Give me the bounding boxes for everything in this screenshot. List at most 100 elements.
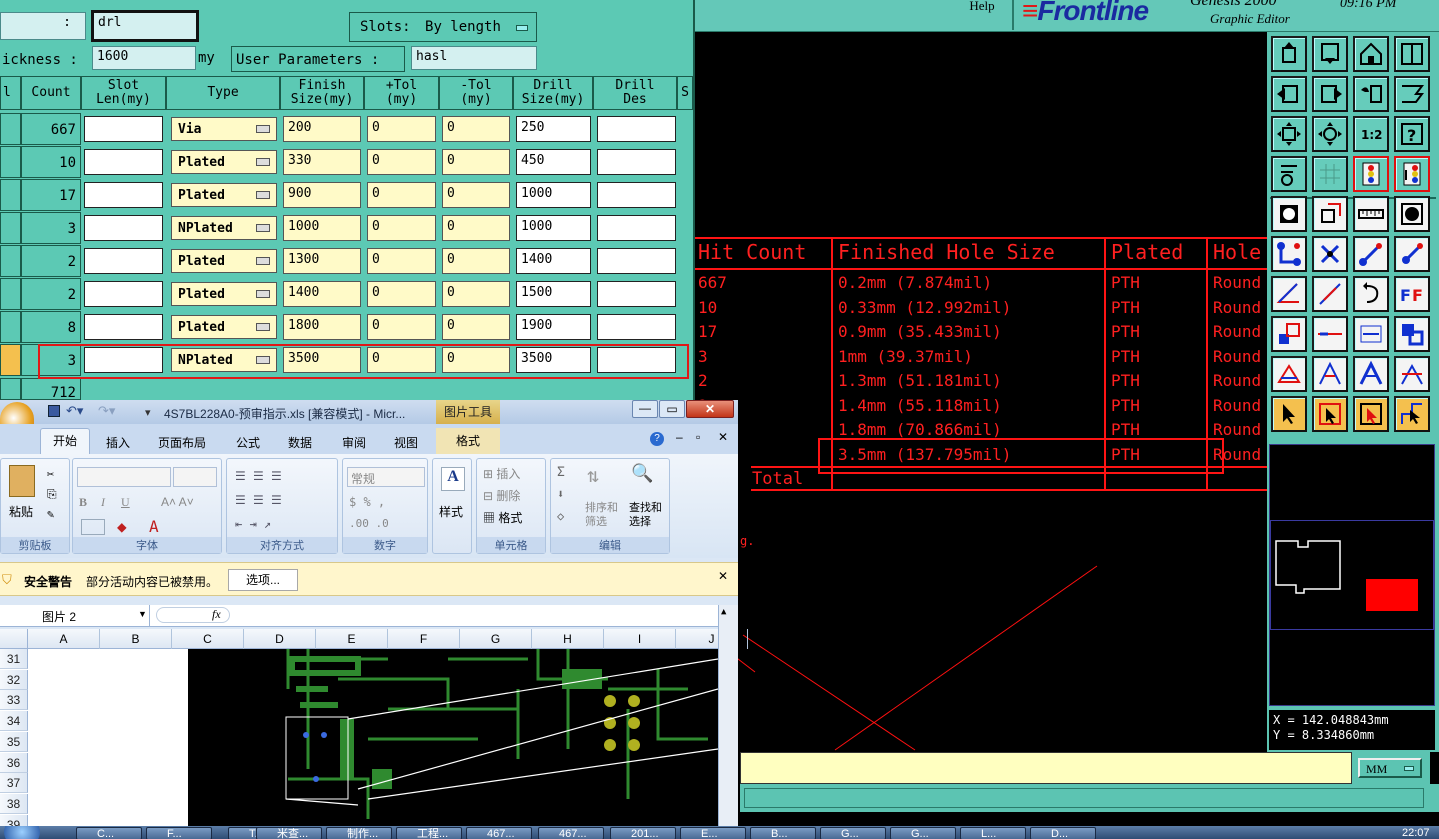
close-button[interactable]: ✕	[686, 400, 734, 418]
column-header[interactable]: C	[172, 629, 244, 649]
pad-add-icon[interactable]	[1271, 316, 1307, 352]
italic-icon[interactable]: I	[101, 495, 105, 510]
drill-size-field[interactable]: 1000	[516, 182, 591, 208]
type-dropdown-icon[interactable]	[256, 125, 270, 133]
type-dropdown-icon[interactable]	[256, 158, 270, 166]
taskbar-item[interactable]: 米查...	[256, 827, 322, 839]
move-node-icon[interactable]	[1353, 236, 1389, 272]
slot-len-field[interactable]	[84, 215, 163, 241]
indent-icon[interactable]: ⇤ ⇥ ↗	[235, 517, 271, 531]
select-net-icon[interactable]	[1394, 396, 1430, 432]
drill-size-field[interactable]: 1900	[516, 314, 591, 340]
angle-icon[interactable]	[1271, 276, 1307, 312]
dimension-icon[interactable]	[1353, 316, 1389, 352]
plus-tol-field[interactable]: 0	[367, 149, 436, 175]
copy-shape-icon[interactable]	[1312, 196, 1348, 232]
minus-tol-field[interactable]: 0	[442, 182, 510, 208]
drill-size-field[interactable]: 1500	[516, 281, 591, 307]
column-header[interactable]: D	[244, 629, 316, 649]
cut-icon[interactable]: ✂	[47, 467, 54, 481]
redo-icon[interactable]: ↷▾	[98, 403, 115, 419]
finish-size-field[interactable]: 1400	[283, 281, 361, 307]
close-warning-icon[interactable]: ✕	[718, 569, 728, 583]
minus-tol-field[interactable]: 0	[442, 215, 510, 241]
fill-color-icon[interactable]: ◆	[117, 517, 127, 536]
group-icon[interactable]	[1394, 316, 1430, 352]
styles-icon[interactable]: A	[441, 467, 465, 491]
tool-button[interactable]	[0, 113, 21, 145]
fx-button[interactable]: fx	[212, 607, 221, 622]
slots-option[interactable]: Slots: By length	[349, 12, 537, 42]
tab-data[interactable]: 数据	[288, 434, 312, 451]
type-select[interactable]: Via	[171, 117, 277, 141]
column-header[interactable]: B	[100, 629, 172, 649]
taskbar-item[interactable]: B...	[750, 827, 816, 839]
scroll-up-icon[interactable]: ▲	[721, 607, 726, 617]
layers-icon[interactable]	[1394, 76, 1430, 112]
type-select[interactable]: Plated	[171, 315, 277, 339]
plus-tol-field[interactable]: 0	[367, 215, 436, 241]
type-dropdown-icon[interactable]	[256, 290, 270, 298]
drill-size-field[interactable]: 250	[516, 116, 591, 142]
slot-len-field[interactable]	[84, 182, 163, 208]
restore-button[interactable]: ▭	[659, 400, 685, 418]
underline-icon[interactable]: U	[121, 495, 130, 510]
tab-formulas[interactable]: 公式	[236, 434, 260, 451]
tab-insert[interactable]: 插入	[106, 434, 130, 451]
arch-icon[interactable]	[1394, 356, 1430, 392]
grid-icon[interactable]	[1312, 156, 1348, 192]
save-icon[interactable]	[1312, 36, 1348, 72]
slot-len-field[interactable]	[84, 314, 163, 340]
via-icon[interactable]	[1394, 196, 1430, 232]
line-icon[interactable]	[1312, 276, 1348, 312]
tool-button[interactable]	[0, 278, 21, 310]
horizontal-line-icon[interactable]	[1312, 316, 1348, 352]
align-top-icon[interactable]: ☰ ☰ ☰	[235, 469, 282, 483]
plus-tol-field[interactable]: 0	[367, 248, 436, 274]
column-header[interactable]: E	[316, 629, 388, 649]
undo-icon[interactable]	[1353, 76, 1389, 112]
bold-icon[interactable]: B	[79, 495, 87, 510]
taskbar-item[interactable]: L...	[960, 827, 1026, 839]
row-header[interactable]: 36	[0, 752, 28, 773]
drill-des-field[interactable]	[597, 248, 676, 274]
delete-cells-button[interactable]: ⊟ 删除	[483, 487, 520, 504]
rotate-icon[interactable]	[1353, 276, 1389, 312]
row-header[interactable]: 35	[0, 731, 28, 752]
layer-stack-icon[interactable]	[1353, 156, 1389, 192]
finish-size-field[interactable]: 330	[283, 149, 361, 175]
help-menu[interactable]: Help	[952, 0, 1014, 30]
type-dropdown-icon[interactable]	[256, 191, 270, 199]
triangle-icon[interactable]	[1312, 356, 1348, 392]
select-arrow-icon[interactable]	[1271, 396, 1307, 432]
save-icon[interactable]	[48, 405, 60, 417]
clear-icon[interactable]: ◇	[557, 509, 564, 523]
minus-tol-field[interactable]: 0	[442, 149, 510, 175]
row-header[interactable]: 38	[0, 793, 28, 814]
plus-tol-field[interactable]: 0	[367, 182, 436, 208]
type-dropdown-icon[interactable]	[256, 224, 270, 232]
tool-button[interactable]	[0, 344, 21, 376]
font-color-icon[interactable]: A	[149, 517, 159, 536]
drill-des-field[interactable]	[597, 149, 676, 175]
pad-icon[interactable]	[1271, 196, 1307, 232]
open-icon[interactable]	[1271, 36, 1307, 72]
taskbar-item[interactable]: G...	[890, 827, 956, 839]
drill-size-field[interactable]: 450	[516, 149, 591, 175]
tab-format[interactable]: 格式	[436, 428, 500, 454]
autosum-icon[interactable]: Σ	[557, 465, 565, 480]
minus-tol-field[interactable]: 0	[442, 314, 510, 340]
row-header[interactable]: 37	[0, 773, 28, 794]
help-icon[interactable]: ?	[1394, 116, 1430, 152]
vertical-scrollbar[interactable]: ▲	[718, 605, 738, 826]
measure-icon[interactable]	[1271, 156, 1307, 192]
tab-review[interactable]: 审阅	[342, 434, 366, 451]
type-select[interactable]: NPlated	[171, 216, 277, 240]
layer-select-icon[interactable]	[1394, 156, 1430, 192]
minimize-button[interactable]: —	[632, 400, 658, 418]
drill-des-field[interactable]	[597, 215, 676, 241]
ribbon-close-icon[interactable]: ✕	[718, 430, 728, 444]
plus-tol-field[interactable]: 0	[367, 281, 436, 307]
finish-size-field[interactable]: 900	[283, 182, 361, 208]
drill-des-field[interactable]	[597, 116, 676, 142]
